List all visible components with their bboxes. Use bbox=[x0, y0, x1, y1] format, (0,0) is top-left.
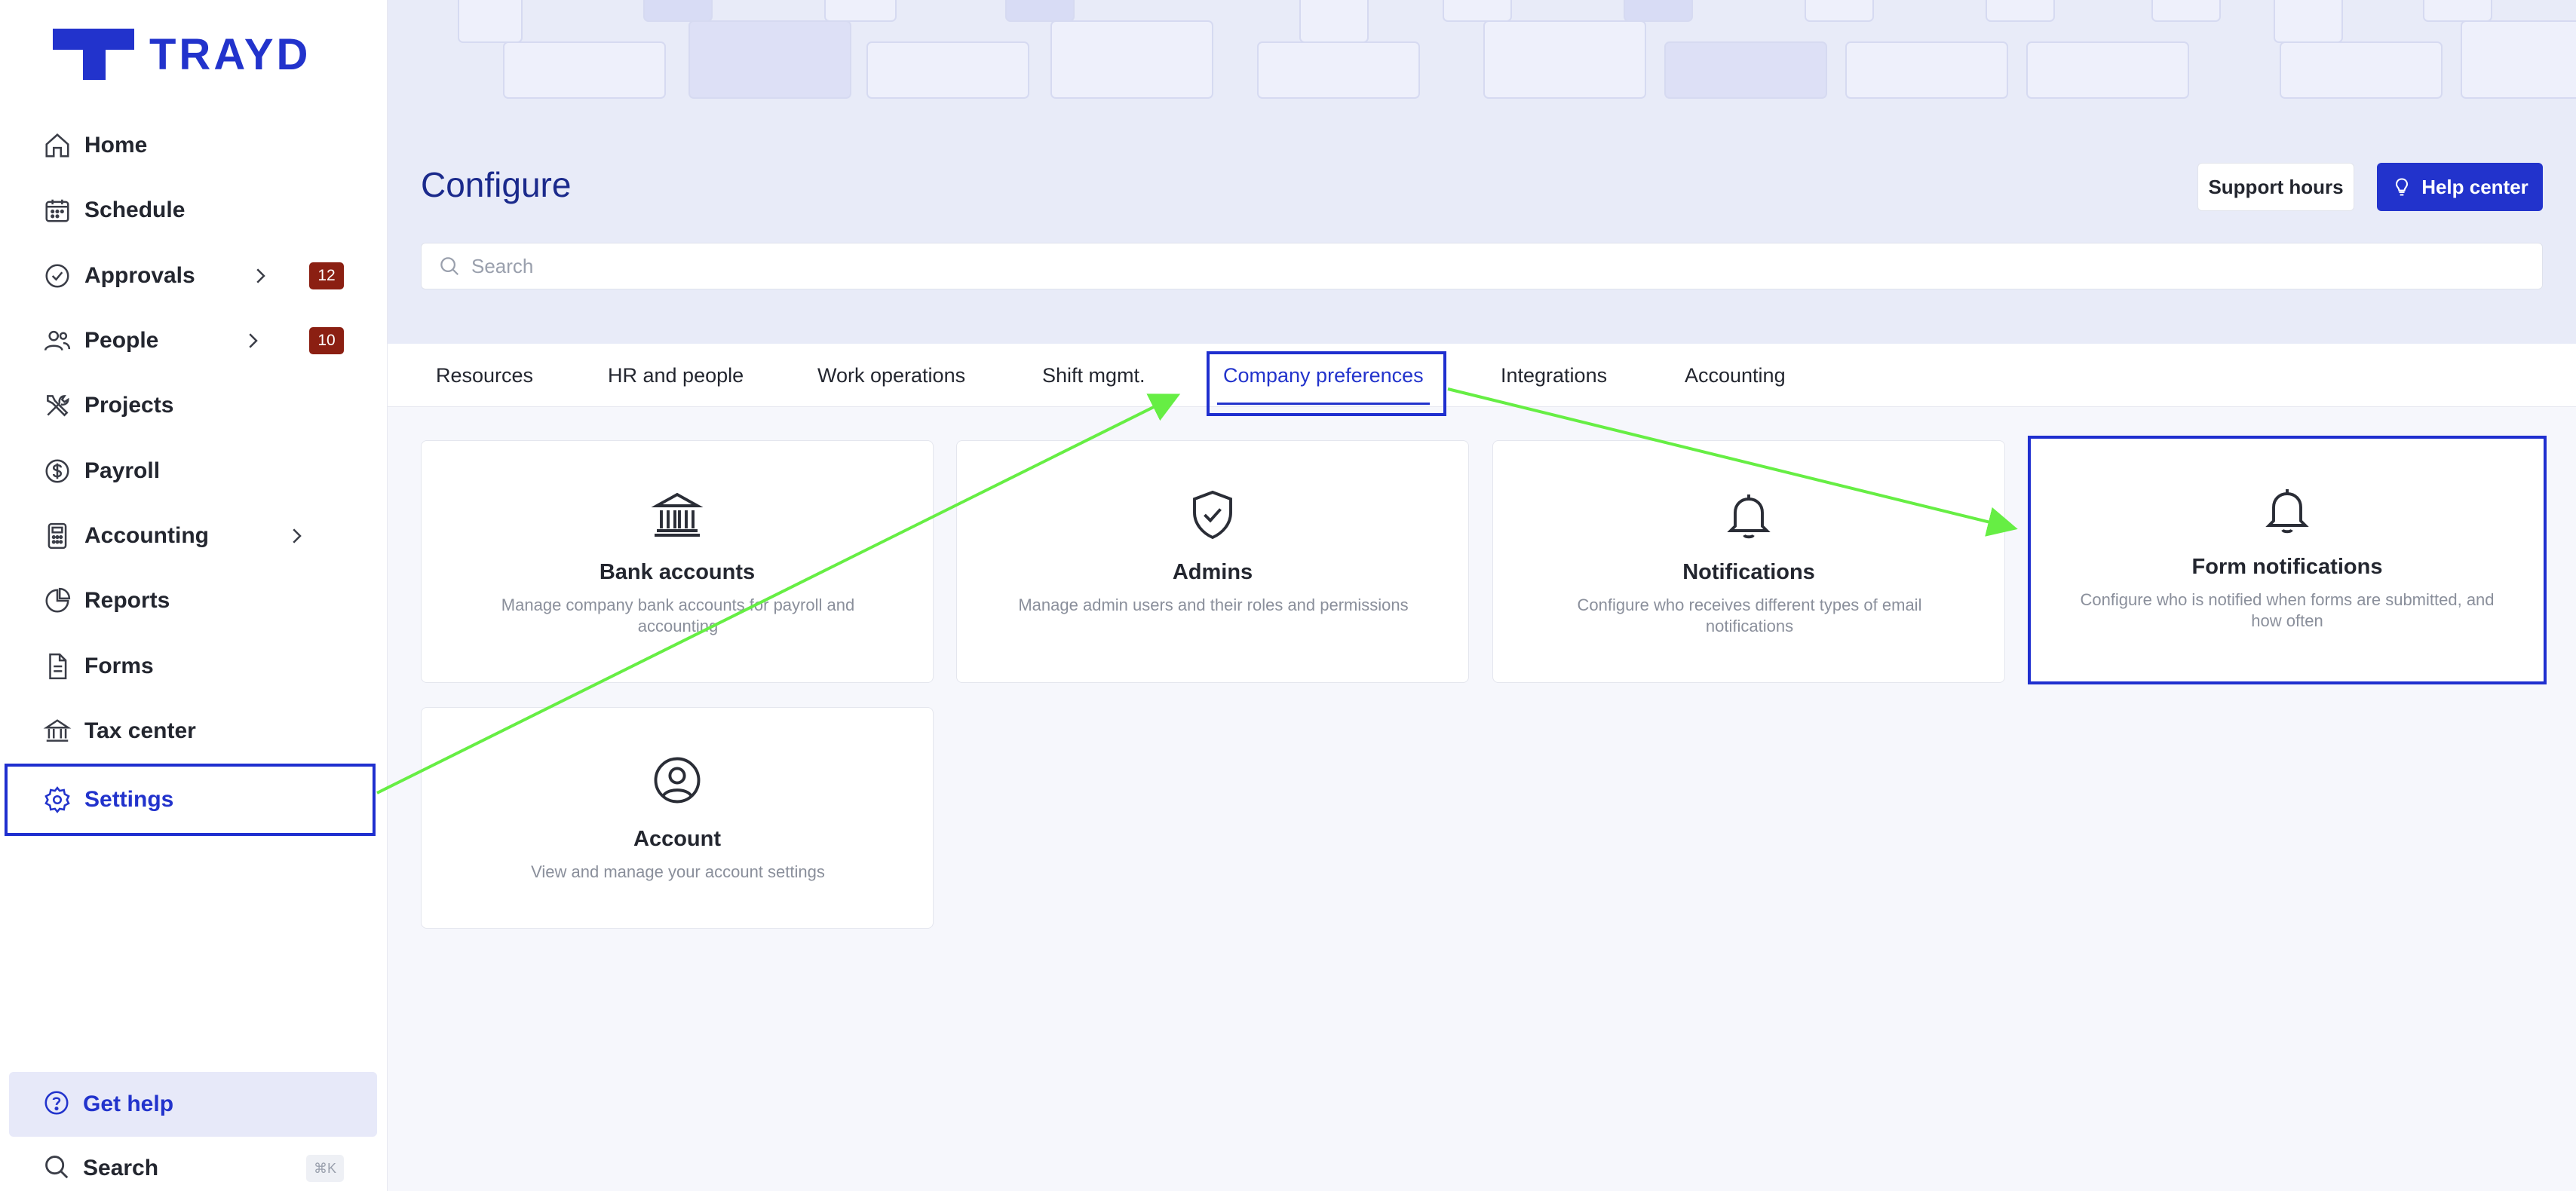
bank-icon bbox=[42, 716, 72, 746]
shield-check-icon bbox=[1193, 490, 1232, 540]
card-title: Notifications bbox=[1682, 560, 1815, 584]
chevron-right-icon[interactable] bbox=[241, 329, 264, 352]
question-circle-icon bbox=[42, 1088, 71, 1121]
card-title: Account bbox=[633, 827, 721, 851]
page-header: Configure Support hours Help center bbox=[388, 0, 2576, 344]
card-description: Configure who is notified when forms are… bbox=[2080, 590, 2495, 630]
sidebar-item-projects[interactable]: Projects bbox=[0, 373, 388, 438]
card-description: Configure who receives different types o… bbox=[1577, 596, 1922, 635]
sidebar-item-approvals[interactable]: Approvals 12 bbox=[0, 243, 388, 308]
card-description: Manage company bank accounts for payroll… bbox=[501, 596, 855, 635]
calendar-icon bbox=[42, 195, 72, 225]
sidebar-item-label: Home bbox=[84, 133, 148, 158]
configure-search-bar[interactable] bbox=[421, 243, 2543, 289]
tab-shift-mgmt[interactable]: Shift mgmt. bbox=[1042, 344, 1145, 407]
people-count-badge: 10 bbox=[309, 327, 344, 355]
chevron-right-icon[interactable] bbox=[249, 265, 271, 287]
sidebar-nav: Home Schedule Approvals 12 People 10 Pro… bbox=[0, 113, 388, 836]
sidebar-item-forms[interactable]: Forms bbox=[0, 633, 388, 698]
card-title: Bank accounts bbox=[599, 560, 756, 584]
category-tabs: Resources HR and people Work operations … bbox=[388, 344, 2576, 407]
chevron-right-icon[interactable] bbox=[285, 525, 308, 547]
tools-icon bbox=[42, 390, 72, 421]
sidebar-item-label: Reports bbox=[84, 588, 170, 614]
sidebar-item-people[interactable]: People 10 bbox=[0, 308, 388, 373]
support-hours-button[interactable]: Support hours bbox=[2197, 163, 2354, 211]
user-circle-icon bbox=[654, 757, 701, 804]
search-input[interactable] bbox=[471, 254, 2432, 278]
document-icon bbox=[42, 651, 72, 681]
get-help-button[interactable]: Get help bbox=[9, 1072, 377, 1137]
lightbulb-icon bbox=[2396, 178, 2409, 196]
header-pattern bbox=[458, 0, 2576, 99]
sidebar-item-tax-center[interactable]: Tax center bbox=[0, 699, 388, 764]
tab-hr-and-people[interactable]: HR and people bbox=[608, 344, 744, 407]
home-icon bbox=[42, 130, 72, 161]
sidebar-item-settings[interactable]: Settings bbox=[5, 763, 376, 836]
sidebar-item-payroll[interactable]: Payroll bbox=[0, 438, 388, 503]
tab-integrations[interactable]: Integrations bbox=[1501, 344, 1607, 407]
tab-resources[interactable]: Resources bbox=[436, 344, 533, 407]
sidebar-item-home[interactable]: Home bbox=[0, 113, 388, 178]
card-description: View and manage your account settings bbox=[531, 862, 825, 881]
annotation-box-tab bbox=[1207, 351, 1446, 416]
pie-chart-icon bbox=[42, 586, 72, 616]
sidebar-search-button[interactable]: Search ⌘K bbox=[0, 1138, 388, 1191]
card-form-notifications[interactable]: Form notifications Configure who is noti… bbox=[2028, 436, 2547, 684]
sidebar-item-reports[interactable]: Reports bbox=[0, 568, 388, 633]
card-admins[interactable]: Admins Manage admin users and their role… bbox=[956, 440, 1469, 683]
help-center-button[interactable]: Help center bbox=[2377, 163, 2543, 211]
users-icon bbox=[42, 326, 72, 356]
sidebar-search-label: Search bbox=[83, 1156, 159, 1180]
sidebar-item-accounting[interactable]: Accounting bbox=[0, 504, 388, 568]
logo-text: TRAYD bbox=[149, 29, 311, 79]
approvals-count-badge: 12 bbox=[309, 262, 344, 289]
sidebar-item-label: Forms bbox=[84, 653, 154, 678]
search-shortcut-badge: ⌘K bbox=[306, 1155, 344, 1182]
page-title: Configure bbox=[421, 165, 572, 204]
logo[interactable]: TRAYD bbox=[53, 29, 311, 80]
tab-work-operations[interactable]: Work operations bbox=[817, 344, 965, 407]
dollar-icon bbox=[42, 456, 72, 486]
check-circle-icon bbox=[42, 261, 72, 291]
card-title: Form notifications bbox=[2191, 555, 2383, 579]
search-icon bbox=[42, 1153, 71, 1185]
tab-accounting[interactable]: Accounting bbox=[1685, 344, 1786, 407]
sidebar-item-label: Payroll bbox=[84, 458, 161, 483]
trayd-logo-icon bbox=[53, 29, 134, 80]
card-account[interactable]: Account View and manage your account set… bbox=[421, 707, 934, 929]
sidebar-item-label: Settings bbox=[84, 786, 174, 812]
calculator-icon bbox=[42, 521, 72, 551]
sidebar-item-label: Approvals bbox=[84, 262, 195, 288]
search-icon bbox=[440, 257, 459, 276]
card-bank-accounts[interactable]: Bank accounts Manage company bank accoun… bbox=[421, 440, 934, 683]
bank-icon bbox=[651, 492, 704, 537]
sidebar-item-label: Accounting bbox=[84, 522, 209, 548]
sidebar-item-label: Schedule bbox=[84, 197, 186, 223]
card-description: Manage admin users and their roles and p… bbox=[1018, 596, 1409, 614]
sidebar-item-label: People bbox=[84, 328, 159, 354]
sidebar-item-schedule[interactable]: Schedule bbox=[0, 178, 388, 243]
sidebar-item-label: Projects bbox=[84, 393, 174, 418]
help-center-label: Help center bbox=[2421, 175, 2528, 198]
get-help-label: Get help bbox=[83, 1091, 174, 1116]
card-notifications[interactable]: Notifications Configure who receives dif… bbox=[1492, 440, 2005, 683]
bell-icon bbox=[2265, 489, 2309, 534]
gear-icon bbox=[42, 785, 72, 815]
sidebar-item-label: Tax center bbox=[84, 718, 196, 743]
bell-icon bbox=[1727, 494, 1771, 539]
card-title: Admins bbox=[1172, 560, 1253, 584]
sidebar: TRAYD Home Schedule Approvals 12 People … bbox=[0, 0, 388, 1191]
